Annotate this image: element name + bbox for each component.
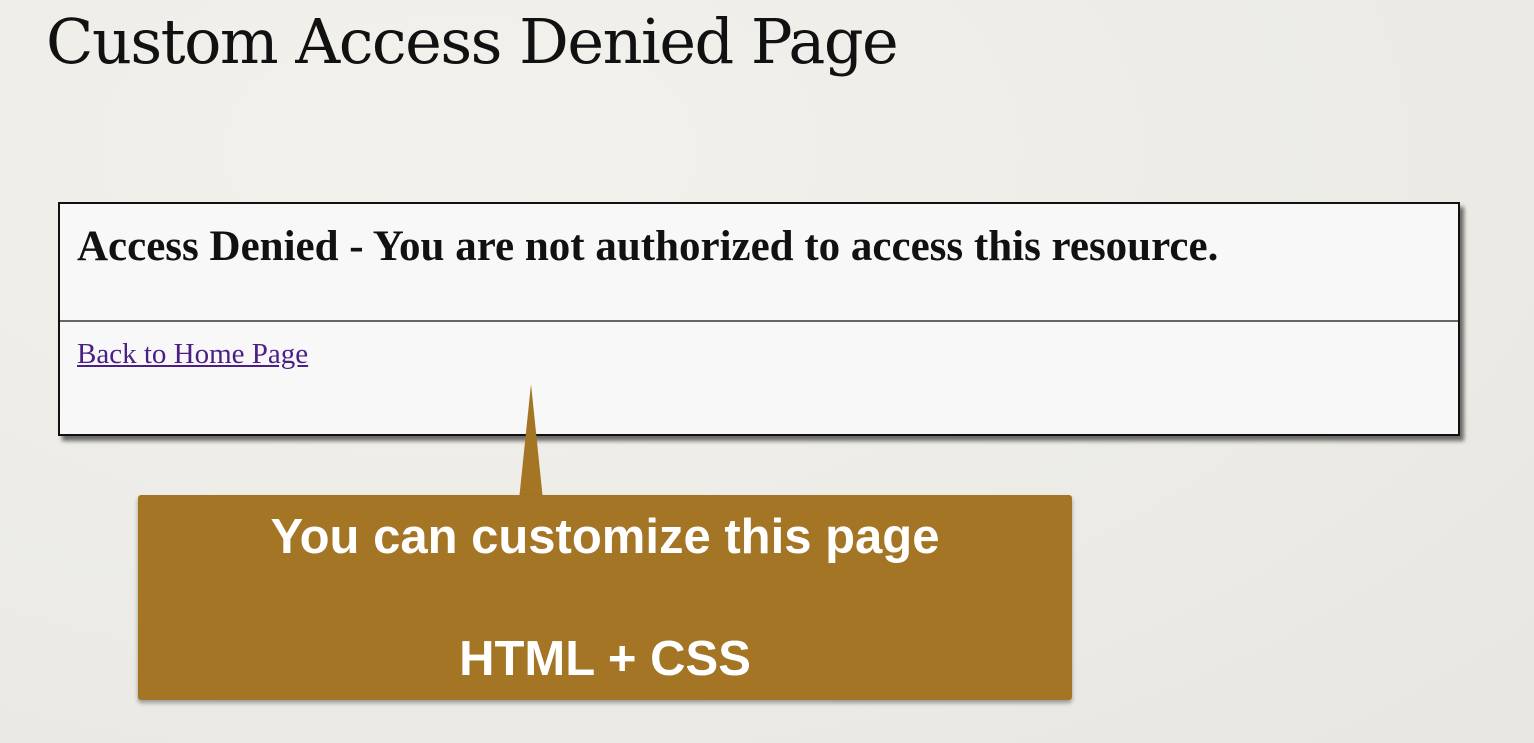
callout-text-html-css: HTML + CSS (459, 632, 751, 686)
slide-title: Custom Access Denied Page (46, 5, 899, 78)
horizontal-rule (60, 320, 1458, 322)
back-to-home-link[interactable]: Back to Home Page (77, 338, 308, 371)
callout-text-customize: You can customize this page (270, 510, 940, 564)
access-denied-page-preview: Access Denied - You are not authorized t… (58, 202, 1460, 436)
access-denied-heading: Access Denied - You are not authorized t… (77, 223, 1219, 270)
callout-pointer (519, 384, 543, 500)
callout-box: You can customize this page HTML + CSS (138, 495, 1072, 700)
